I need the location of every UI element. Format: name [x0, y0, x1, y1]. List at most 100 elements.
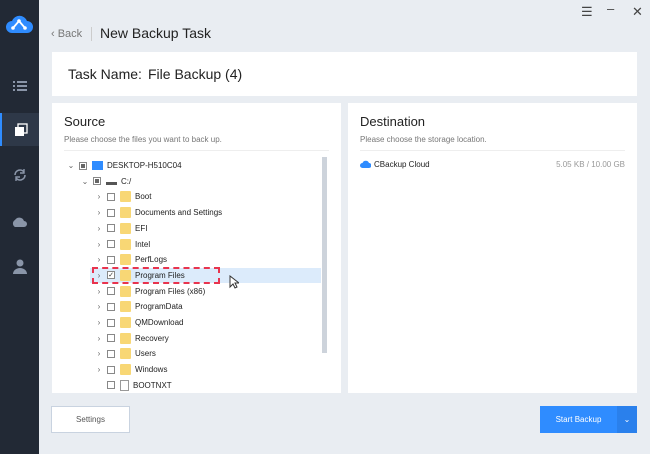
- tree-item[interactable]: › Boot: [93, 189, 151, 204]
- tree-item-label: PerfLogs: [135, 255, 168, 265]
- checkbox[interactable]: [107, 240, 115, 248]
- tree-item-label: EFI: [135, 223, 148, 233]
- start-backup-dropdown[interactable]: ⌄: [617, 406, 637, 433]
- start-backup-button[interactable]: Start Backup: [540, 406, 617, 433]
- checkbox[interactable]: [107, 381, 115, 390]
- sidebar: [0, 0, 39, 454]
- folder-icon: [120, 332, 131, 344]
- tree-item-label: C:/: [121, 176, 132, 186]
- drive-icon: [106, 177, 117, 186]
- menu-button[interactable]: ☰: [581, 4, 593, 20]
- tree-item[interactable]: › PerfLogs: [93, 252, 167, 267]
- cloud-icon: [12, 217, 27, 227]
- tree-item-label: Documents and Settings: [135, 208, 223, 218]
- destination-item-cbackup-cloud[interactable]: CBackup Cloud 5.05 KB / 10.00 GB: [360, 157, 625, 171]
- tree-item-label: ProgramData: [135, 302, 183, 312]
- chevron-right-icon[interactable]: ›: [93, 318, 105, 327]
- tree-item-label: Recovery: [135, 333, 169, 343]
- chevron-right-icon[interactable]: ›: [93, 192, 105, 201]
- divider: [64, 150, 329, 151]
- folder-icon: [120, 364, 131, 376]
- checkbox[interactable]: [107, 224, 115, 233]
- chevron-right-icon[interactable]: ›: [93, 349, 105, 358]
- tree-item[interactable]: › QMDownload: [93, 315, 183, 330]
- chevron-down-icon: ⌄: [623, 415, 631, 424]
- tree-item[interactable]: › ProgramData: [93, 299, 183, 314]
- checkbox[interactable]: [107, 287, 115, 296]
- tree-item[interactable]: › Users: [93, 346, 156, 361]
- sidebar-item-account[interactable]: [0, 250, 39, 283]
- checkbox[interactable]: [107, 208, 115, 217]
- destination-name: CBackup Cloud: [374, 159, 430, 169]
- file-icon: [120, 379, 129, 391]
- minimize-button[interactable]: –: [607, 1, 614, 16]
- checkbox[interactable]: [79, 161, 87, 170]
- user-icon: [12, 259, 27, 274]
- destination-subtitle: Please choose the storage location.: [360, 135, 487, 144]
- sidebar-item-cloud[interactable]: [0, 204, 39, 237]
- destination-panel: Destination Please choose the storage lo…: [348, 103, 637, 393]
- chevron-down-icon[interactable]: ⌄: [79, 177, 91, 186]
- chevron-right-icon[interactable]: ›: [93, 208, 105, 217]
- copy-icon: [14, 122, 28, 136]
- folder-icon: [120, 191, 131, 203]
- page-title: New Backup Task: [100, 25, 212, 41]
- close-button[interactable]: ✕: [632, 4, 643, 20]
- folder-icon: [120, 222, 131, 234]
- sidebar-item-sync[interactable]: [0, 158, 39, 191]
- source-subtitle: Please choose the files you want to back…: [64, 135, 222, 144]
- tree-item-label: Intel: [135, 239, 151, 249]
- chevron-down-icon[interactable]: ⌄: [65, 161, 77, 170]
- folder-icon: [120, 285, 131, 297]
- chevron-right-icon[interactable]: ›: [93, 334, 105, 343]
- tree-item[interactable]: › Documents and Settings: [93, 205, 222, 220]
- checkbox[interactable]: [107, 192, 115, 201]
- computer-icon: [92, 161, 103, 170]
- task-name-label: Task Name:: [68, 66, 142, 82]
- chevron-right-icon[interactable]: ›: [93, 302, 105, 311]
- chevron-right-icon[interactable]: ›: [93, 240, 105, 249]
- tree-item[interactable]: › Windows: [93, 362, 167, 377]
- folder-icon: [120, 254, 131, 266]
- tree-item[interactable]: ⌄ C:/: [79, 174, 132, 189]
- checkbox[interactable]: [107, 334, 115, 343]
- checkbox[interactable]: [107, 349, 115, 358]
- tree-item[interactable]: BOOTNXT: [93, 378, 172, 393]
- storage-usage: 5.05 KB / 10.00 GB: [556, 159, 625, 169]
- checkbox[interactable]: [107, 255, 115, 264]
- folder-icon: [120, 301, 131, 313]
- divider: [360, 150, 625, 151]
- chevron-right-icon[interactable]: ›: [93, 224, 105, 233]
- checkbox[interactable]: [107, 365, 115, 374]
- chevron-right-icon[interactable]: ›: [93, 287, 105, 296]
- tree-item-label: Program Files (x86): [135, 286, 206, 296]
- tree-item[interactable]: › EFI: [93, 221, 147, 236]
- tree-item[interactable]: › Program Files (x86): [93, 284, 205, 299]
- chevron-right-icon[interactable]: ›: [93, 365, 105, 374]
- tree-item[interactable]: › Intel: [93, 237, 150, 252]
- checkbox[interactable]: [93, 177, 101, 186]
- cbackup-cloud-icon: [360, 160, 371, 168]
- chevron-right-icon[interactable]: ›: [93, 255, 105, 264]
- divider: [91, 27, 92, 41]
- sidebar-item-tasks[interactable]: [0, 69, 39, 102]
- settings-button[interactable]: Settings: [51, 406, 130, 433]
- tree-item-label: QMDownload: [135, 318, 184, 327]
- back-button[interactable]: ‹ Back: [51, 28, 82, 40]
- checkbox[interactable]: [107, 318, 115, 327]
- checkbox[interactable]: [107, 302, 115, 311]
- folder-icon: [120, 348, 131, 360]
- tree-item-label: Users: [135, 349, 156, 359]
- task-name-input[interactable]: File Backup (4): [148, 66, 242, 82]
- list-icon: [12, 80, 27, 91]
- tree-item[interactable]: ⌄ DESKTOP-H510C04: [65, 158, 182, 173]
- tree-item-label: Windows: [135, 365, 168, 375]
- destination-title: Destination: [360, 114, 426, 129]
- sidebar-item-backup[interactable]: [0, 113, 39, 146]
- folder-icon: [120, 317, 131, 328]
- tree-scrollbar[interactable]: [322, 157, 327, 353]
- task-name-card: Task Name: File Backup (4): [52, 52, 637, 96]
- tree-item[interactable]: › Recovery: [93, 331, 169, 346]
- folder-icon: [120, 238, 131, 250]
- tree-item-label: DESKTOP-H510C04: [107, 161, 182, 170]
